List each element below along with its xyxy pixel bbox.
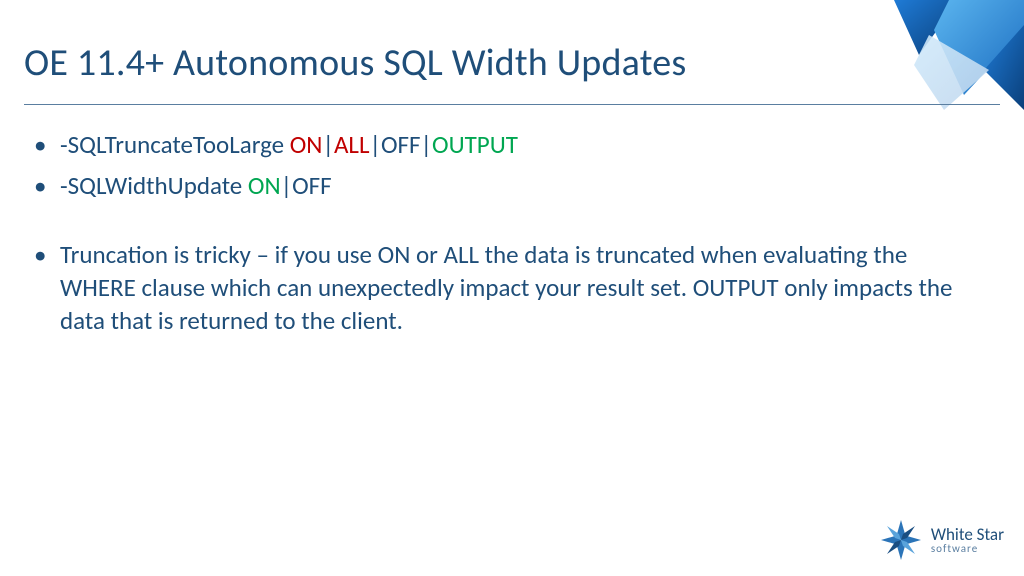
opt-on: ON: [290, 129, 323, 160]
star-icon: [879, 518, 923, 562]
pipe: |: [322, 129, 334, 160]
note-text: Truncation is tricky – if you use ON or …: [60, 239, 952, 336]
flag-text: -SQLWidthUpdate: [60, 170, 248, 201]
pipe: |: [369, 129, 381, 160]
bullet-sqltruncate: -SQLTruncateTooLarge ON|ALL|OFF|OUTPUT: [24, 128, 984, 161]
opt-all: ALL: [334, 129, 370, 160]
opt-off: OFF: [292, 170, 332, 201]
brand-logo: White Star software: [879, 518, 1004, 562]
title-divider: [24, 104, 1000, 105]
bullet-sqlwidthupdate: -SQLWidthUpdate ON|OFF: [24, 169, 984, 202]
slide-body: -SQLTruncateTooLarge ON|ALL|OFF|OUTPUT -…: [24, 128, 984, 345]
pipe: |: [421, 129, 433, 160]
bullet-note: Truncation is tricky – if you use ON or …: [24, 238, 984, 337]
flag-text: -SQLTruncateTooLarge: [60, 129, 290, 160]
brand-line1: White Star: [931, 526, 1004, 543]
corner-decoration: [824, 0, 1024, 120]
opt-off: OFF: [381, 129, 421, 160]
slide-title: OE 11.4+ Autonomous SQL Width Updates: [24, 40, 686, 86]
opt-on: ON: [248, 170, 281, 201]
pipe: |: [281, 170, 293, 201]
spacer: [24, 210, 984, 238]
brand-text: White Star software: [931, 526, 1004, 554]
opt-output: OUTPUT: [432, 129, 518, 160]
